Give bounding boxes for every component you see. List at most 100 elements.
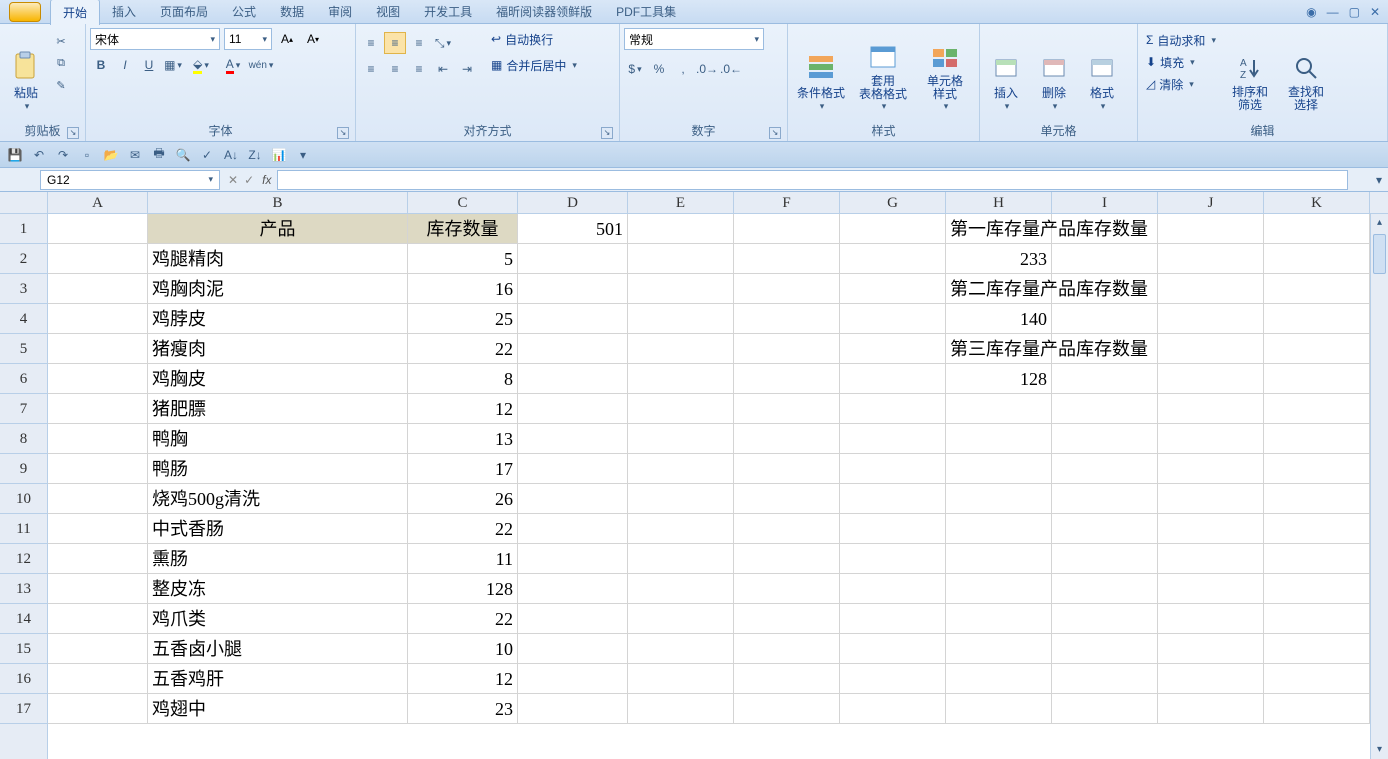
cell-H10[interactable] [946,484,1052,513]
cell-G4[interactable] [840,304,946,333]
cell-B14[interactable]: 鸡爪类 [148,604,408,633]
save-icon[interactable]: 💾 [6,146,24,164]
cell-J15[interactable] [1158,634,1264,663]
restore-icon[interactable]: ▢ [1349,5,1360,19]
cell-E6[interactable] [628,364,734,393]
conditional-format-button[interactable]: 条件格式▾ [792,28,850,114]
accounting-button[interactable]: $▾ [624,58,646,80]
phonetic-button[interactable]: wén▾ [250,54,272,76]
cell-I5[interactable] [1052,334,1158,363]
cell-G11[interactable] [840,514,946,543]
print-icon[interactable]: 🖶 [150,146,168,164]
cell-C1[interactable]: 库存数量 [408,214,518,243]
cell-D15[interactable] [518,634,628,663]
cell-C15[interactable]: 10 [408,634,518,663]
preview-icon[interactable]: 🔍 [174,146,192,164]
cell-H13[interactable] [946,574,1052,603]
enter-formula-icon[interactable]: ✓ [244,173,254,187]
decrease-decimal-button[interactable]: .0← [720,58,742,80]
column-header-J[interactable]: J [1158,192,1264,213]
cell-K10[interactable] [1264,484,1370,513]
font-size-combo[interactable]: 11▾ [224,28,272,50]
cell-I7[interactable] [1052,394,1158,423]
row-header-4[interactable]: 4 [0,304,47,334]
cell-E17[interactable] [628,694,734,723]
scroll-down-icon[interactable]: ▾ [1371,741,1388,759]
cell-B3[interactable]: 鸡胸肉泥 [148,274,408,303]
new-icon[interactable]: ▫ [78,146,96,164]
cell-B16[interactable]: 五香鸡肝 [148,664,408,693]
cell-K7[interactable] [1264,394,1370,423]
cell-G15[interactable] [840,634,946,663]
cell-K16[interactable] [1264,664,1370,693]
cancel-formula-icon[interactable]: ✕ [228,173,238,187]
cell-D12[interactable] [518,544,628,573]
column-header-C[interactable]: C [408,192,518,213]
font-color-button[interactable]: A▾ [218,54,248,76]
cell-I6[interactable] [1052,364,1158,393]
cell-J5[interactable] [1158,334,1264,363]
cell-C7[interactable]: 12 [408,394,518,423]
cell-G13[interactable] [840,574,946,603]
cell-J9[interactable] [1158,454,1264,483]
cell-C16[interactable]: 12 [408,664,518,693]
dialog-launcher-icon[interactable]: ↘ [337,127,349,139]
cell-C9[interactable]: 17 [408,454,518,483]
cell-G6[interactable] [840,364,946,393]
cell-J11[interactable] [1158,514,1264,543]
cell-B8[interactable]: 鸭胸 [148,424,408,453]
cell-I1[interactable] [1052,214,1158,243]
tab-插入[interactable]: 插入 [100,0,148,25]
cell-K4[interactable] [1264,304,1370,333]
cell-G7[interactable] [840,394,946,423]
cell-D7[interactable] [518,394,628,423]
cell-J10[interactable] [1158,484,1264,513]
cell-K8[interactable] [1264,424,1370,453]
close-icon[interactable]: ✕ [1370,5,1380,19]
cell-C10[interactable]: 26 [408,484,518,513]
row-header-3[interactable]: 3 [0,274,47,304]
cell-D2[interactable] [518,244,628,273]
cell-G16[interactable] [840,664,946,693]
column-header-B[interactable]: B [148,192,408,213]
cell-E5[interactable] [628,334,734,363]
cell-D6[interactable] [518,364,628,393]
cell-H16[interactable] [946,664,1052,693]
sort-filter-button[interactable]: AZ 排序和 筛选 [1224,28,1276,114]
cell-D10[interactable] [518,484,628,513]
row-header-5[interactable]: 5 [0,334,47,364]
cell-I10[interactable] [1052,484,1158,513]
scroll-thumb[interactable] [1373,234,1386,274]
cell-I3[interactable] [1052,274,1158,303]
cell-A6[interactable] [48,364,148,393]
format-painter-icon[interactable]: ✎ [52,76,70,94]
select-all-button[interactable] [0,192,48,214]
cell-A17[interactable] [48,694,148,723]
cell-J16[interactable] [1158,664,1264,693]
cell-K5[interactable] [1264,334,1370,363]
align-left-button[interactable]: ≡ [360,58,382,80]
dialog-launcher-icon[interactable]: ↘ [67,127,79,139]
expand-formula-bar-icon[interactable]: ▾ [1370,173,1388,187]
tab-视图[interactable]: 视图 [364,0,412,25]
cell-C6[interactable]: 8 [408,364,518,393]
cell-I17[interactable] [1052,694,1158,723]
cell-G3[interactable] [840,274,946,303]
cell-D16[interactable] [518,664,628,693]
cell-H4[interactable]: 140 [946,304,1052,333]
open-icon[interactable]: 📂 [102,146,120,164]
cell-B1[interactable]: 产品 [148,214,408,243]
chart-icon[interactable]: 📊 [270,146,288,164]
cell-H3[interactable]: 第二库存量产品库存数量 [946,274,1052,303]
cell-E2[interactable] [628,244,734,273]
cell-A9[interactable] [48,454,148,483]
row-header-14[interactable]: 14 [0,604,47,634]
cell-B13[interactable]: 整皮冻 [148,574,408,603]
vertical-scrollbar[interactable]: ▴ ▾ [1370,214,1388,759]
cell-A4[interactable] [48,304,148,333]
cell-B5[interactable]: 猪瘦肉 [148,334,408,363]
cell-C2[interactable]: 5 [408,244,518,273]
orientation-button[interactable]: ⤡▾ [432,32,454,54]
percent-button[interactable]: % [648,58,670,80]
tab-PDF工具集[interactable]: PDF工具集 [604,0,688,25]
